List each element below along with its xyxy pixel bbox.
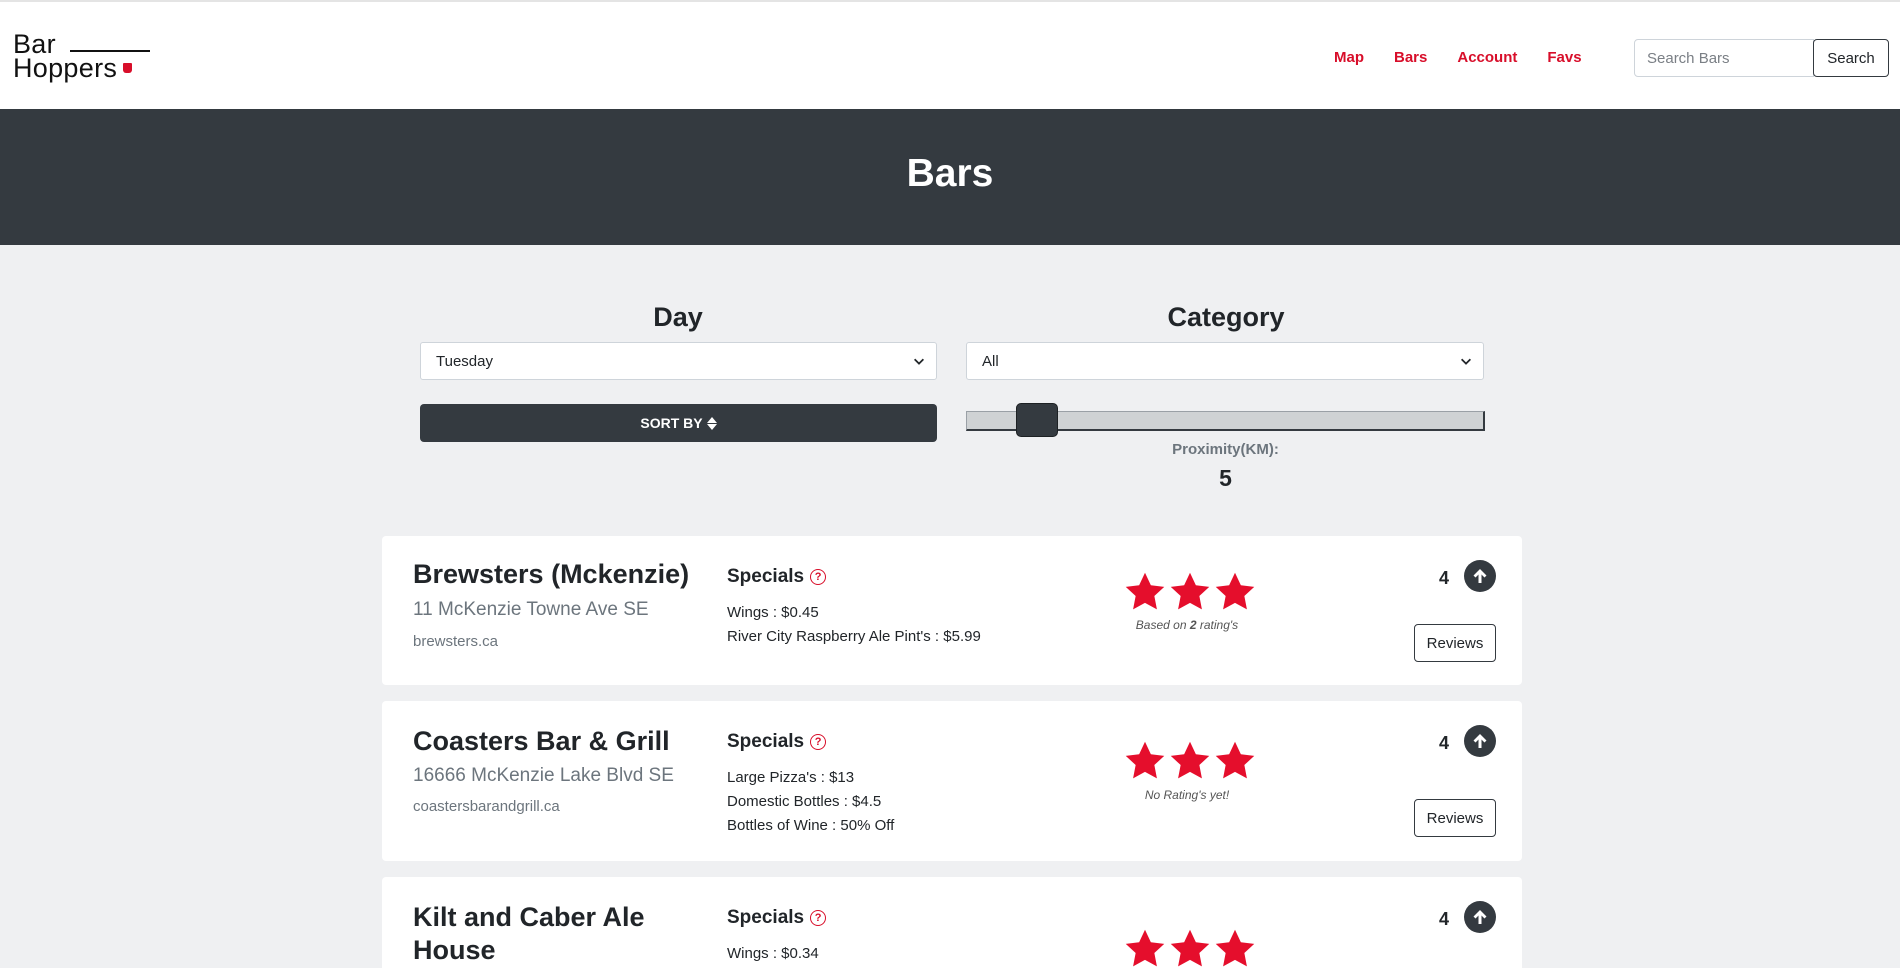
special-item: Bottles of Wine : 50% Off bbox=[727, 817, 895, 834]
chevron-down-icon bbox=[914, 358, 924, 365]
star-icon bbox=[1170, 572, 1210, 610]
specials-title: Specials bbox=[727, 907, 805, 928]
chevron-down-icon bbox=[1461, 358, 1471, 365]
bar-website[interactable]: coastersbarandgrill.ca bbox=[413, 798, 560, 816]
star-icon bbox=[1215, 929, 1255, 967]
rating-note: Based on 2 rating's bbox=[1082, 618, 1292, 632]
nav-link-favs[interactable]: Favs bbox=[1547, 49, 1581, 67]
special-item: River City Raspberry Ale Pint's : $5.99 bbox=[727, 628, 981, 645]
main-nav: Map Bars Account Favs bbox=[1334, 49, 1612, 67]
rating-note-prefix: Based on bbox=[1135, 618, 1190, 632]
specials-heading: Specials ? bbox=[727, 566, 827, 588]
question-circle-icon[interactable]: ? bbox=[810, 734, 827, 750]
specials-title: Specials bbox=[727, 566, 805, 587]
page-title: Bars bbox=[906, 152, 994, 195]
vote-count: 4 bbox=[1438, 909, 1449, 929]
star-icon bbox=[1125, 741, 1165, 779]
arrow-up-circle-icon bbox=[1473, 569, 1487, 583]
search-button[interactable]: Search bbox=[1813, 39, 1889, 77]
bar-address: 16666 McKenzie Lake Blvd SE bbox=[413, 765, 674, 786]
category-filter-label: Category bbox=[1167, 302, 1285, 332]
star-rating bbox=[1123, 927, 1258, 968]
day-filter-label: Day bbox=[653, 302, 703, 332]
question-circle-icon[interactable]: ? bbox=[810, 569, 827, 585]
bar-card: Brewsters (Mckenzie) 11 McKenzie Towne A… bbox=[382, 536, 1522, 685]
nav-link-account[interactable]: Account bbox=[1457, 49, 1517, 67]
star-rating bbox=[1123, 739, 1258, 783]
sort-by-button[interactable]: SORT BY bbox=[420, 404, 937, 442]
rating-count: 2 bbox=[1189, 618, 1197, 632]
bar-name[interactable]: Brewsters (Mckenzie) bbox=[413, 558, 703, 591]
sort-by-label: SORT BY bbox=[640, 415, 703, 431]
category-select[interactable]: All bbox=[966, 342, 1484, 380]
special-item: Domestic Bottles : $4.5 bbox=[727, 793, 882, 810]
nav-link-bars[interactable]: Bars bbox=[1394, 49, 1427, 67]
nav-link-map[interactable]: Map bbox=[1334, 49, 1364, 67]
day-select-value: Tuesday bbox=[436, 352, 493, 370]
reviews-button[interactable]: Reviews bbox=[1414, 799, 1496, 837]
upvote-button[interactable] bbox=[1464, 725, 1496, 757]
logo-underline bbox=[70, 50, 150, 52]
logo-text-line2: Hoppers bbox=[13, 53, 118, 83]
rating-note: No Rating's yet! bbox=[1144, 788, 1230, 802]
bar-card: Kilt and Caber Ale House Specials ? Wing… bbox=[382, 877, 1522, 968]
rating-note-suffix: rating's bbox=[1196, 618, 1239, 632]
proximity-label: Proximity(KM): bbox=[1172, 441, 1279, 458]
reviews-button[interactable]: Reviews bbox=[1414, 624, 1496, 662]
navbar: Bar Hoppers Map Bars Account Favs Search bbox=[0, 0, 1900, 109]
question-circle-icon[interactable]: ? bbox=[810, 910, 827, 926]
upvote-button[interactable] bbox=[1464, 901, 1496, 933]
star-rating bbox=[1123, 570, 1258, 614]
bar-name[interactable]: Kilt and Caber Ale House bbox=[413, 901, 703, 967]
bar-card: Coasters Bar & Grill 16666 McKenzie Lake… bbox=[382, 701, 1522, 861]
category-select-value: All bbox=[982, 352, 999, 370]
vote-count: 4 bbox=[1438, 568, 1449, 588]
bar-website[interactable]: brewsters.ca bbox=[413, 633, 498, 651]
bar-hoppers-logo[interactable]: Bar Hoppers bbox=[13, 30, 150, 86]
day-select[interactable]: Tuesday bbox=[420, 342, 937, 380]
proximity-value: 5 bbox=[1219, 465, 1232, 491]
star-icon bbox=[1125, 572, 1165, 610]
arrow-up-circle-icon bbox=[1473, 910, 1487, 924]
proximity-slider-thumb[interactable] bbox=[1016, 403, 1059, 437]
special-item: Wings : $0.34 bbox=[727, 945, 819, 962]
specials-title: Specials bbox=[727, 731, 805, 752]
arrow-up-circle-icon bbox=[1473, 734, 1487, 748]
upvote-button[interactable] bbox=[1464, 560, 1496, 592]
special-item: Large Pizza's : $13 bbox=[727, 769, 855, 786]
star-icon bbox=[1170, 929, 1210, 967]
star-icon bbox=[1170, 741, 1210, 779]
star-icon bbox=[1215, 572, 1255, 610]
specials-heading: Specials ? bbox=[727, 731, 827, 753]
special-item: Wings : $0.45 bbox=[727, 604, 819, 621]
sort-icon bbox=[706, 416, 717, 430]
cup-icon bbox=[123, 63, 132, 73]
vote-count: 4 bbox=[1438, 733, 1449, 753]
search-input[interactable] bbox=[1634, 39, 1814, 77]
star-icon bbox=[1125, 929, 1165, 967]
specials-heading: Specials ? bbox=[727, 907, 827, 929]
bar-name[interactable]: Coasters Bar & Grill bbox=[413, 725, 703, 758]
star-icon bbox=[1215, 741, 1255, 779]
page-header-banner: Bars bbox=[0, 109, 1900, 245]
bar-address: 11 McKenzie Towne Ave SE bbox=[413, 599, 649, 620]
